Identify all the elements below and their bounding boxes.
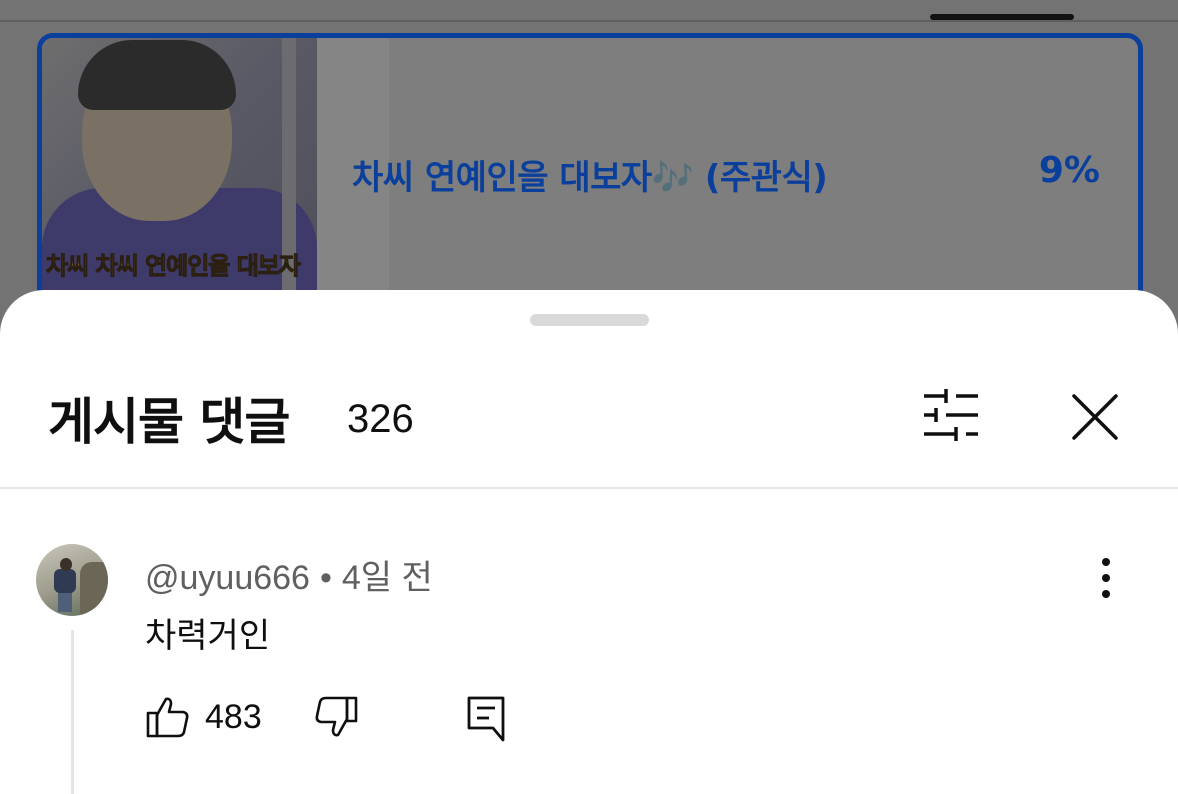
divider bbox=[0, 20, 1178, 22]
thumbnail-person-hair bbox=[78, 40, 236, 110]
comment-time: 4일 전 bbox=[341, 559, 433, 597]
more-vertical-icon[interactable] bbox=[1086, 552, 1126, 608]
reply-comment-icon[interactable] bbox=[463, 694, 509, 742]
comment-count: 326 bbox=[347, 397, 414, 441]
filter-sliders-icon[interactable] bbox=[918, 388, 984, 444]
screen: 차씨 차씨 연예인을 대보자 차씨 연예인을 대보자🎶 (주관식) 9% 게시물… bbox=[0, 0, 1178, 794]
like-count: 483 bbox=[205, 698, 262, 736]
header-divider bbox=[0, 487, 1178, 489]
thumbs-up-icon[interactable] bbox=[145, 694, 191, 740]
comments-sheet: 게시물 댓글 326 @uyuu666 • 4일 전 차력거인 483 bbox=[0, 290, 1178, 794]
thumbnail-caption: 차씨 차씨 연예인을 대보자 bbox=[46, 252, 302, 281]
avatar-person-legs bbox=[58, 592, 72, 612]
thread-line bbox=[71, 630, 74, 794]
comment-item: @uyuu666 • 4일 전 차력거인 483 bbox=[0, 544, 1178, 794]
comment-text: 차력거인 bbox=[145, 616, 271, 656]
comment-meta: @uyuu666 • 4일 전 bbox=[145, 550, 433, 599]
sheet-drag-handle[interactable] bbox=[530, 314, 649, 326]
thumbs-down-icon[interactable] bbox=[313, 694, 359, 740]
poll-option-percent: 9% bbox=[1038, 150, 1100, 191]
comment-author[interactable]: @uyuu666 bbox=[145, 559, 310, 597]
poll-option-label: 차씨 연예인을 대보자🎶 (주관식) bbox=[352, 158, 828, 198]
sheet-title: 게시물 댓글 bbox=[48, 393, 290, 451]
meta-separator: • bbox=[319, 559, 332, 597]
avatar-person-body bbox=[54, 569, 76, 593]
avatar[interactable] bbox=[36, 544, 108, 616]
avatar-person-head bbox=[60, 558, 72, 571]
close-icon[interactable] bbox=[1066, 388, 1124, 446]
avatar-rock bbox=[80, 562, 108, 616]
